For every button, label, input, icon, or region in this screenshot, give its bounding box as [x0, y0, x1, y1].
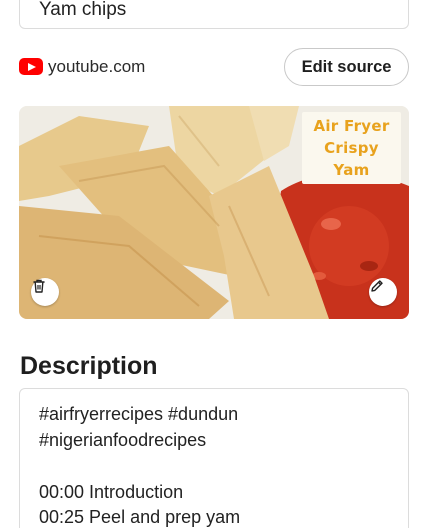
source-row: youtube.com Edit source	[19, 48, 409, 88]
trash-icon	[33, 279, 45, 293]
youtube-icon	[19, 58, 43, 75]
overlay-line: Crispy	[324, 139, 379, 157]
overlay-line: Air Fryer	[313, 117, 390, 135]
description-heading: Description	[20, 352, 158, 380]
image-overlay-title: Air Fryer Crispy Yam	[302, 112, 401, 184]
description-field[interactable]: #airfryerrecipes #dundun #nigerianfoodre…	[19, 388, 409, 528]
edit-source-button[interactable]: Edit source	[284, 48, 409, 86]
description-line: #airfryerrecipes #dundun	[39, 404, 239, 424]
edit-image-button[interactable]	[369, 278, 397, 306]
description-line: #nigerianfoodrecipes	[39, 430, 207, 450]
source-domain: youtube.com	[48, 57, 146, 76]
overlay-line: Yam	[333, 161, 370, 179]
description-line: 00:00 Introduction	[39, 482, 184, 502]
pencil-icon	[371, 280, 383, 292]
delete-image-button[interactable]	[31, 278, 59, 306]
recipe-title-value: Yam chips	[39, 0, 127, 20]
recipe-title-field[interactable]: Yam chips	[19, 0, 409, 29]
recipe-image: Air Fryer Crispy Yam	[19, 106, 409, 319]
description-line: 00:25 Peel and prep yam	[39, 507, 241, 527]
